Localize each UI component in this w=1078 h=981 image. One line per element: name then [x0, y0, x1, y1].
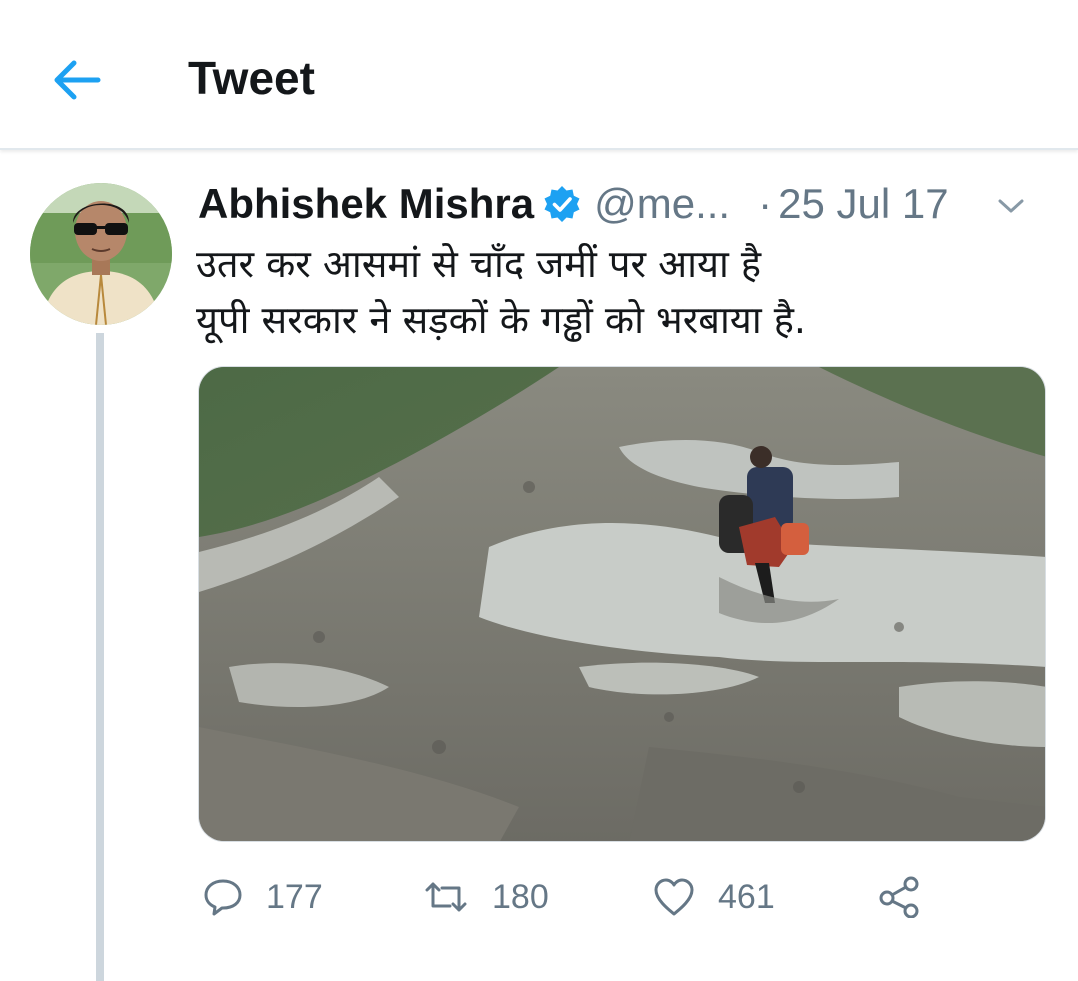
- date-separator: ·: [758, 180, 773, 227]
- avatar-image: [30, 183, 172, 325]
- reply-count: 177: [266, 877, 323, 916]
- author-name[interactable]: Abhishek Mishra: [198, 180, 534, 228]
- heart-icon: [654, 878, 694, 916]
- author-handle[interactable]: @me...: [594, 180, 730, 228]
- avatar[interactable]: [30, 183, 172, 325]
- chevron-down-icon[interactable]: [998, 198, 1024, 218]
- reply-button[interactable]: 177: [202, 872, 323, 922]
- top-bar: Tweet: [0, 0, 1078, 150]
- page-title: Tweet: [188, 52, 315, 104]
- back-button[interactable]: [44, 50, 108, 110]
- share-button[interactable]: [878, 872, 922, 922]
- arrow-left-icon: [54, 60, 101, 100]
- thread-line: [96, 333, 104, 981]
- tweet-text: उतर कर आसमां से चाँद जमीं पर आया है यूपी…: [196, 236, 1056, 348]
- tweet-text-line: उतर कर आसमां से चाँद जमीं पर आया है: [196, 242, 762, 286]
- retweet-count: 180: [492, 877, 549, 916]
- verified-badge-icon: [542, 184, 582, 224]
- photo-image: [199, 367, 1045, 841]
- tweet-actions: 177 180 461: [198, 872, 958, 922]
- like-button[interactable]: 461: [652, 872, 775, 922]
- share-icon: [879, 876, 919, 918]
- like-count: 461: [718, 877, 775, 916]
- retweet-button[interactable]: 180: [422, 872, 549, 922]
- tweet-date[interactable]: 25 Jul 17: [778, 180, 948, 228]
- tweet-text-line: यूपी सरकार ने सड़कों के गड्ढों को भरबाया…: [196, 298, 807, 342]
- tweet-photo[interactable]: [198, 366, 1046, 842]
- tweet-header: Abhishek Mishra @me... · 25 Jul 17: [198, 176, 1058, 232]
- reply-icon: [204, 879, 242, 916]
- retweet-icon: [425, 882, 467, 912]
